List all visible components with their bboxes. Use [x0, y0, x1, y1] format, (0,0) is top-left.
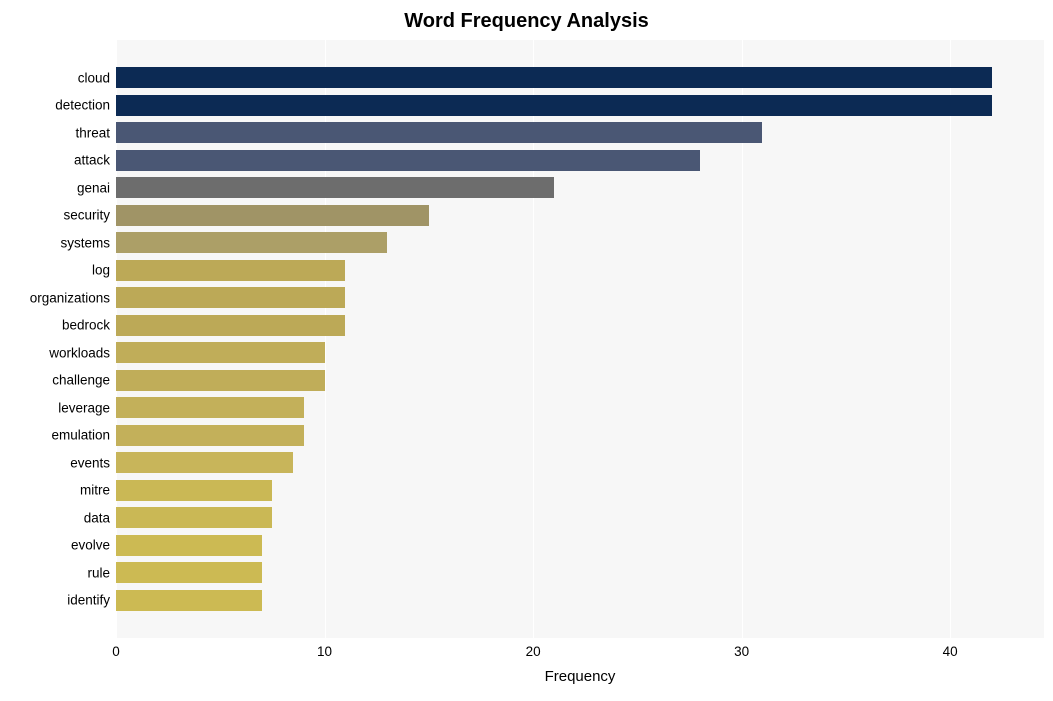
- y-tick-label: identify: [67, 593, 110, 608]
- y-tick-label: genai: [77, 180, 110, 195]
- bar: [116, 562, 262, 583]
- chart-title: Word Frequency Analysis: [0, 10, 1053, 33]
- x-tick-label: 30: [734, 644, 749, 659]
- bar: [116, 260, 345, 281]
- y-tick-label: systems: [60, 235, 110, 250]
- bar: [116, 95, 992, 116]
- bar: [116, 507, 272, 528]
- y-tick-label: detection: [55, 98, 110, 113]
- bar: [116, 315, 345, 336]
- y-tick-label: emulation: [51, 428, 110, 443]
- bar: [116, 397, 304, 418]
- y-tick-label: organizations: [30, 290, 110, 305]
- bar: [116, 287, 345, 308]
- y-tick-label: cloud: [78, 70, 110, 85]
- bar: [116, 177, 554, 198]
- bar: [116, 425, 304, 446]
- y-axis: cloud detection threat attack genai security s…: [0, 40, 110, 638]
- bar: [116, 370, 325, 391]
- bar: [116, 480, 272, 501]
- y-tick-label: mitre: [80, 483, 110, 498]
- y-tick-label: log: [92, 263, 110, 278]
- x-axis-label: Frequency: [116, 668, 1044, 685]
- y-tick-label: data: [84, 510, 110, 525]
- y-tick-label: evolve: [71, 538, 110, 553]
- bar: [116, 122, 762, 143]
- x-axis: Frequency 010203040: [116, 638, 1044, 698]
- bar: [116, 205, 429, 226]
- y-tick-label: attack: [74, 153, 110, 168]
- y-tick-label: events: [70, 455, 110, 470]
- y-tick-label: security: [63, 208, 110, 223]
- x-tick-label: 20: [526, 644, 541, 659]
- bar: [116, 232, 387, 253]
- bar: [116, 452, 293, 473]
- bar: [116, 342, 325, 363]
- x-tick-label: 10: [317, 644, 332, 659]
- bar: [116, 535, 262, 556]
- y-tick-label: rule: [87, 565, 110, 580]
- plot-area: [116, 40, 1044, 638]
- y-tick-label: threat: [75, 125, 110, 140]
- bar: [116, 150, 700, 171]
- y-tick-label: challenge: [52, 373, 110, 388]
- y-tick-label: bedrock: [62, 318, 110, 333]
- bar: [116, 590, 262, 611]
- x-tick-label: 0: [112, 644, 120, 659]
- y-tick-label: leverage: [58, 400, 110, 415]
- y-tick-label: workloads: [49, 345, 110, 360]
- x-tick-label: 40: [943, 644, 958, 659]
- bars-container: [116, 40, 1044, 638]
- bar: [116, 67, 992, 88]
